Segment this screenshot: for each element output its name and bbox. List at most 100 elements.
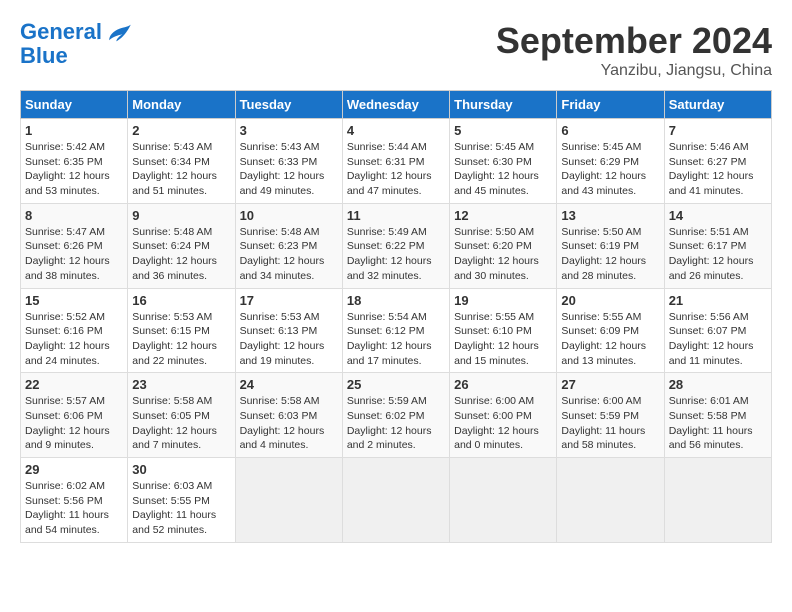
sunset-label: Sunset: 6:07 PM [669,325,747,337]
day-info: Sunrise: 6:02 AM Sunset: 5:56 PM Dayligh… [25,479,123,538]
daylight-label: Daylight: 11 hours and 56 minutes. [669,425,753,452]
calendar-cell: 23 Sunrise: 5:58 AM Sunset: 6:05 PM Dayl… [128,373,235,458]
title-block: September 2024 Yanzibu, Jiangsu, China [496,20,772,80]
sunset-label: Sunset: 6:05 PM [132,410,210,422]
calendar-cell: 15 Sunrise: 5:52 AM Sunset: 6:16 PM Dayl… [21,288,128,373]
day-number: 11 [347,208,445,223]
sunrise-label: Sunrise: 5:52 AM [25,311,105,323]
logo: General Blue [20,20,132,68]
day-info: Sunrise: 5:54 AM Sunset: 6:12 PM Dayligh… [347,310,445,369]
logo-bird-icon [108,23,132,43]
calendar-header-tuesday: Tuesday [235,91,342,119]
sunset-label: Sunset: 6:27 PM [669,156,747,168]
sunset-label: Sunset: 6:06 PM [25,410,103,422]
day-info: Sunrise: 5:43 AM Sunset: 6:33 PM Dayligh… [240,140,338,199]
day-number: 2 [132,123,230,138]
sunrise-label: Sunrise: 5:58 AM [240,395,320,407]
sunset-label: Sunset: 6:17 PM [669,240,747,252]
calendar-cell: 12 Sunrise: 5:50 AM Sunset: 6:20 PM Dayl… [450,203,557,288]
calendar-cell: 20 Sunrise: 5:55 AM Sunset: 6:09 PM Dayl… [557,288,664,373]
sunrise-label: Sunrise: 5:50 AM [561,226,641,238]
sunset-label: Sunset: 5:59 PM [561,410,639,422]
calendar-cell: 9 Sunrise: 5:48 AM Sunset: 6:24 PM Dayli… [128,203,235,288]
sunset-label: Sunset: 6:02 PM [347,410,425,422]
calendar-cell: 19 Sunrise: 5:55 AM Sunset: 6:10 PM Dayl… [450,288,557,373]
day-info: Sunrise: 5:46 AM Sunset: 6:27 PM Dayligh… [669,140,767,199]
sunrise-label: Sunrise: 5:51 AM [669,226,749,238]
day-info: Sunrise: 5:52 AM Sunset: 6:16 PM Dayligh… [25,310,123,369]
sunset-label: Sunset: 6:26 PM [25,240,103,252]
day-number: 14 [669,208,767,223]
sunrise-label: Sunrise: 5:53 AM [132,311,212,323]
calendar-table: SundayMondayTuesdayWednesdayThursdayFrid… [20,90,772,543]
sunrise-label: Sunrise: 5:58 AM [132,395,212,407]
sunrise-label: Sunrise: 5:55 AM [454,311,534,323]
sunrise-label: Sunrise: 5:42 AM [25,141,105,153]
day-number: 30 [132,462,230,477]
day-number: 8 [25,208,123,223]
sunrise-label: Sunrise: 6:00 AM [561,395,641,407]
sunset-label: Sunset: 6:24 PM [132,240,210,252]
day-number: 19 [454,293,552,308]
sunset-label: Sunset: 6:10 PM [454,325,532,337]
calendar-cell: 27 Sunrise: 6:00 AM Sunset: 5:59 PM Dayl… [557,373,664,458]
calendar-cell: 21 Sunrise: 5:56 AM Sunset: 6:07 PM Dayl… [664,288,771,373]
calendar-cell: 8 Sunrise: 5:47 AM Sunset: 6:26 PM Dayli… [21,203,128,288]
sunrise-label: Sunrise: 5:45 AM [561,141,641,153]
sunset-label: Sunset: 6:31 PM [347,156,425,168]
sunrise-label: Sunrise: 5:48 AM [240,226,320,238]
daylight-label: Daylight: 12 hours and 7 minutes. [132,425,217,452]
sunset-label: Sunset: 6:22 PM [347,240,425,252]
calendar-cell: 7 Sunrise: 5:46 AM Sunset: 6:27 PM Dayli… [664,119,771,204]
day-number: 24 [240,377,338,392]
sunset-label: Sunset: 5:56 PM [25,495,103,507]
sunset-label: Sunset: 6:12 PM [347,325,425,337]
daylight-label: Daylight: 12 hours and 0 minutes. [454,425,539,452]
day-number: 5 [454,123,552,138]
daylight-label: Daylight: 12 hours and 22 minutes. [132,340,217,367]
calendar-week-5: 29 Sunrise: 6:02 AM Sunset: 5:56 PM Dayl… [21,458,772,543]
sunset-label: Sunset: 6:29 PM [561,156,639,168]
daylight-label: Daylight: 12 hours and 43 minutes. [561,170,646,197]
daylight-label: Daylight: 12 hours and 13 minutes. [561,340,646,367]
daylight-label: Daylight: 11 hours and 52 minutes. [132,509,216,536]
calendar-cell: 6 Sunrise: 5:45 AM Sunset: 6:29 PM Dayli… [557,119,664,204]
daylight-label: Daylight: 12 hours and 41 minutes. [669,170,754,197]
calendar-cell: 18 Sunrise: 5:54 AM Sunset: 6:12 PM Dayl… [342,288,449,373]
day-number: 21 [669,293,767,308]
sunset-label: Sunset: 6:13 PM [240,325,318,337]
calendar-header-monday: Monday [128,91,235,119]
daylight-label: Daylight: 12 hours and 34 minutes. [240,255,325,282]
day-info: Sunrise: 6:03 AM Sunset: 5:55 PM Dayligh… [132,479,230,538]
day-number: 25 [347,377,445,392]
day-number: 13 [561,208,659,223]
sunset-label: Sunset: 6:35 PM [25,156,103,168]
daylight-label: Daylight: 12 hours and 49 minutes. [240,170,325,197]
calendar-cell [342,458,449,543]
daylight-label: Daylight: 12 hours and 26 minutes. [669,255,754,282]
calendar-cell [235,458,342,543]
sunrise-label: Sunrise: 5:46 AM [669,141,749,153]
sunrise-label: Sunrise: 6:02 AM [25,480,105,492]
calendar-cell: 28 Sunrise: 6:01 AM Sunset: 5:58 PM Dayl… [664,373,771,458]
calendar-cell: 1 Sunrise: 5:42 AM Sunset: 6:35 PM Dayli… [21,119,128,204]
daylight-label: Daylight: 11 hours and 54 minutes. [25,509,109,536]
calendar-cell [664,458,771,543]
sunrise-label: Sunrise: 5:53 AM [240,311,320,323]
day-info: Sunrise: 5:47 AM Sunset: 6:26 PM Dayligh… [25,225,123,284]
day-number: 6 [561,123,659,138]
sunrise-label: Sunrise: 5:43 AM [240,141,320,153]
calendar-week-4: 22 Sunrise: 5:57 AM Sunset: 6:06 PM Dayl… [21,373,772,458]
day-info: Sunrise: 5:58 AM Sunset: 6:03 PM Dayligh… [240,394,338,453]
sunset-label: Sunset: 6:20 PM [454,240,532,252]
daylight-label: Daylight: 12 hours and 36 minutes. [132,255,217,282]
sunset-label: Sunset: 6:16 PM [25,325,103,337]
calendar-cell: 2 Sunrise: 5:43 AM Sunset: 6:34 PM Dayli… [128,119,235,204]
day-info: Sunrise: 6:00 AM Sunset: 5:59 PM Dayligh… [561,394,659,453]
daylight-label: Daylight: 11 hours and 58 minutes. [561,425,645,452]
day-number: 7 [669,123,767,138]
calendar-cell: 10 Sunrise: 5:48 AM Sunset: 6:23 PM Dayl… [235,203,342,288]
calendar-header-friday: Friday [557,91,664,119]
day-number: 18 [347,293,445,308]
day-info: Sunrise: 5:53 AM Sunset: 6:13 PM Dayligh… [240,310,338,369]
